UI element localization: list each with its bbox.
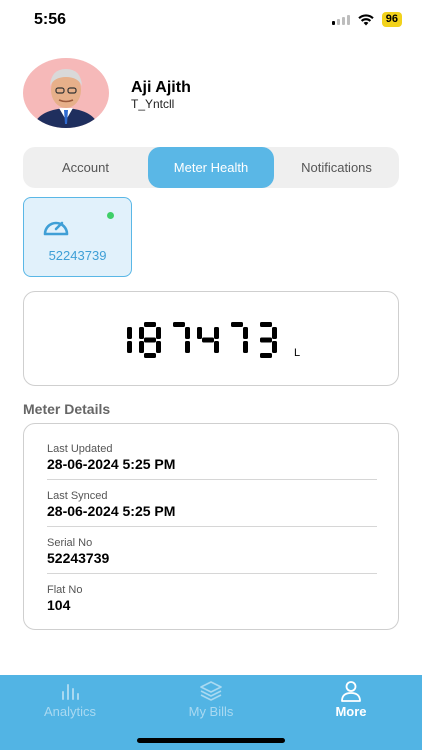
digit-segment: [156, 327, 161, 339]
digit-segment: [243, 327, 248, 339]
divider: [47, 573, 377, 574]
digit-segment: [214, 341, 219, 353]
divider: [47, 479, 377, 480]
nav-label: Analytics: [43, 704, 97, 719]
nav-analytics[interactable]: Analytics: [0, 675, 140, 735]
detail-last-synced: Last Synced 28-06-2024 5:25 PM: [47, 490, 377, 519]
bar-chart-icon: [62, 684, 79, 700]
profile-name: Aji Ajith: [131, 79, 191, 96]
gauge-icon: [43, 221, 69, 236]
detail-value: 104: [47, 597, 71, 613]
meter-reading-value: 187473: [127, 322, 277, 358]
digit: [173, 322, 190, 353]
meter-card[interactable]: 52243739: [23, 197, 132, 277]
layers-icon: [200, 681, 222, 701]
detail-serial-no: Serial No 52243739: [47, 537, 377, 566]
meter-reading-unit: L: [294, 347, 301, 359]
digit-segment: [214, 327, 219, 339]
detail-last-updated: Last Updated 28-06-2024 5:25 PM: [47, 443, 377, 472]
meter-details-title: Meter Details: [23, 401, 111, 417]
digit-segment: [260, 353, 272, 358]
tab-notifications[interactable]: Notifications: [274, 147, 399, 188]
digit-segment: [243, 341, 248, 353]
battery-indicator: 96: [381, 12, 402, 27]
detail-flat-no: Flat No 104: [47, 584, 377, 613]
nav-my-bills[interactable]: My Bills: [141, 675, 281, 735]
detail-label: Serial No: [47, 537, 93, 549]
digit-segment: [272, 327, 277, 339]
digit-segment: [144, 337, 156, 343]
digit-segment: [139, 327, 144, 339]
nav-label: My Bills: [188, 704, 234, 719]
meter-card-serial: 52243739: [48, 248, 107, 263]
avatar: [23, 58, 109, 128]
segment-tabs: Account Meter Health Notifications: [23, 147, 399, 188]
digit-segment: [173, 322, 185, 327]
digit: [197, 327, 219, 353]
tab-meter-health[interactable]: Meter Health: [148, 147, 274, 188]
digit-segment: [185, 327, 190, 339]
digit-segment: [202, 337, 214, 343]
status-time: 5:56: [34, 11, 67, 28]
meter-reading-display: 187473 L: [23, 291, 399, 386]
digit-segment: [260, 322, 272, 327]
profile-username: T_Yntcll: [131, 97, 175, 111]
divider: [47, 526, 377, 527]
digit-segment: [272, 341, 277, 353]
detail-label: Last Updated: [47, 443, 113, 455]
digit-segment: [156, 341, 161, 353]
digit-segment: [127, 327, 132, 339]
status-icons: 96: [331, 12, 402, 27]
digit: [127, 327, 132, 353]
detail-value: 52243739: [47, 550, 110, 566]
home-indicator: [137, 738, 285, 743]
digit-segment: [144, 322, 156, 327]
status-dot: [107, 212, 114, 219]
status-bar: 5:56 96: [0, 0, 422, 44]
digit-segment: [127, 341, 132, 353]
digit-segment: [260, 337, 272, 343]
meter-details-card: Last Updated 28-06-2024 5:25 PM Last Syn…: [23, 423, 399, 630]
digit: [139, 322, 161, 358]
tab-account[interactable]: Account: [23, 147, 148, 188]
digit-segment: [231, 322, 243, 327]
wifi-icon: [358, 13, 374, 25]
digit-segment: [144, 353, 156, 358]
nav-label: More: [335, 704, 367, 719]
digit-segment: [185, 341, 190, 353]
digit: [231, 322, 248, 353]
user-icon: [341, 681, 361, 702]
nav-more[interactable]: More: [281, 675, 421, 735]
detail-label: Flat No: [47, 584, 83, 596]
detail-value: 28-06-2024 5:25 PM: [47, 503, 176, 519]
digit: [260, 322, 277, 358]
signal-icon: [331, 14, 350, 25]
digit-segment: [197, 327, 202, 339]
digit-segment: [139, 341, 144, 353]
detail-label: Last Synced: [47, 490, 108, 502]
detail-value: 28-06-2024 5:25 PM: [47, 456, 176, 472]
